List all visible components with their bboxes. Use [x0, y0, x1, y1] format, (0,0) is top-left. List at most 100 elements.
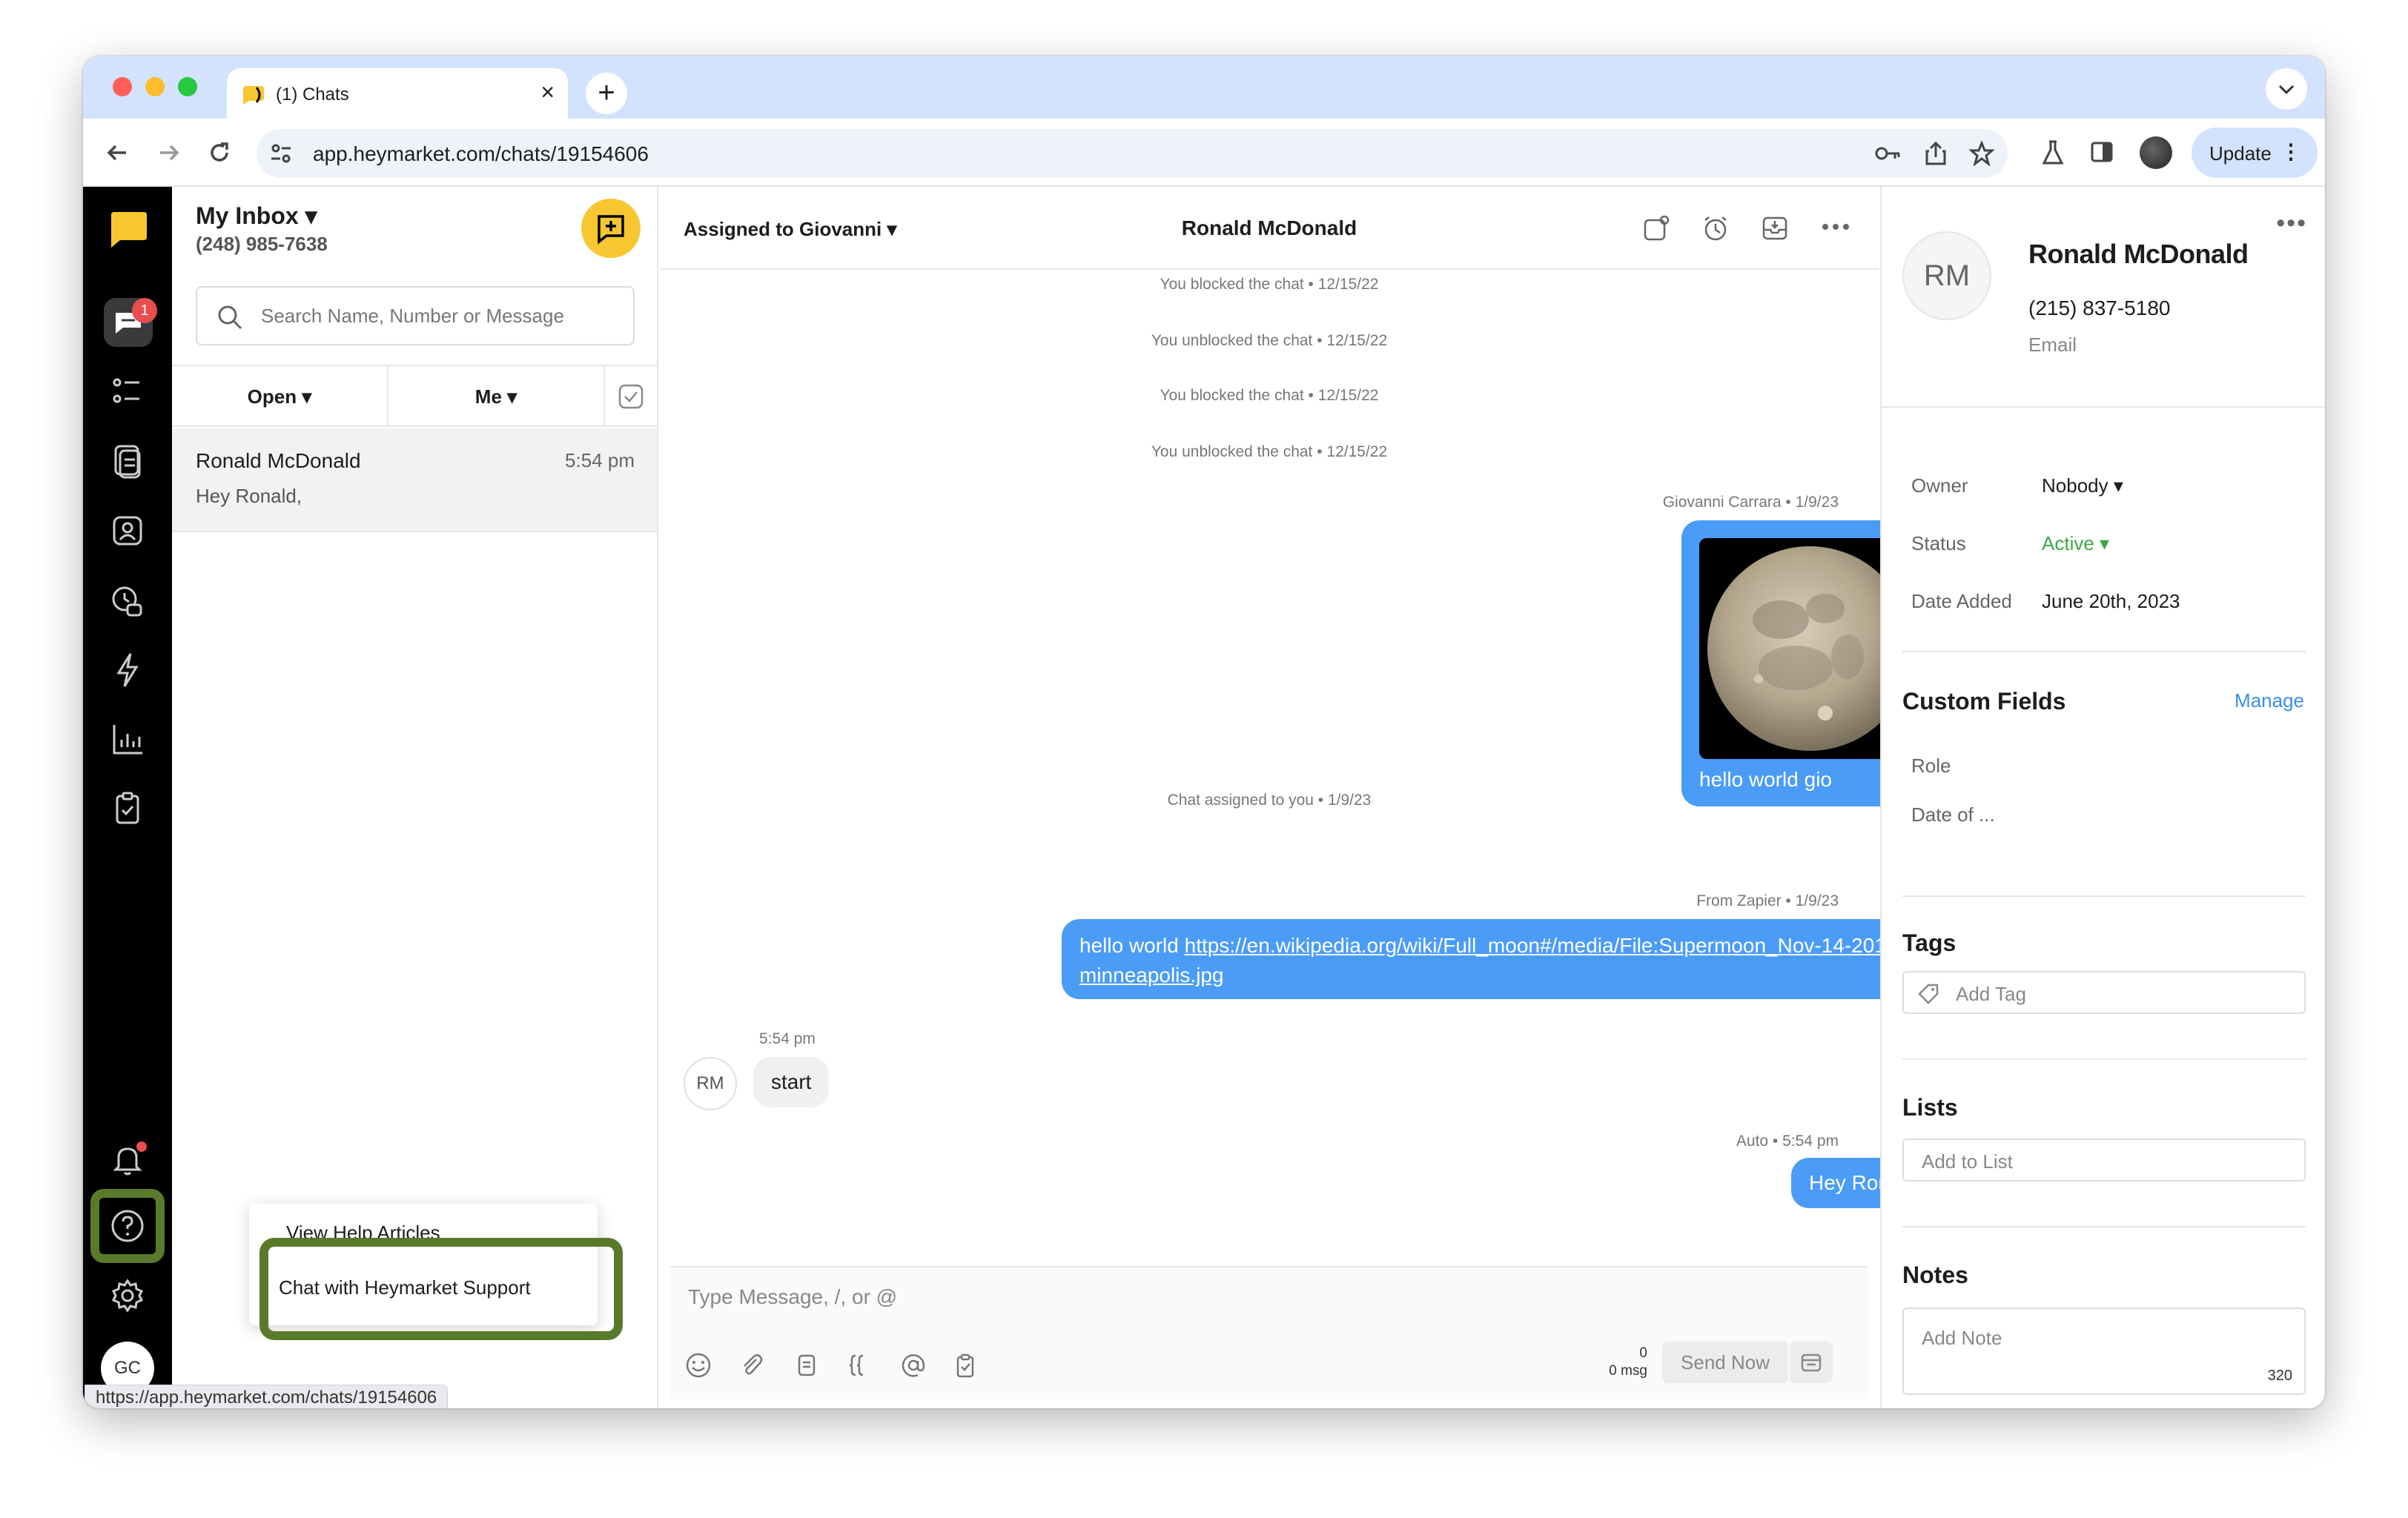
system-message: You unblocked the chat • 12/15/22 — [1151, 443, 1388, 460]
settings-gear-icon[interactable] — [105, 1273, 150, 1318]
help-button-highlight — [90, 1189, 165, 1263]
add-note-placeholder: Add Note — [1922, 1327, 2002, 1349]
address-bar[interactable]: app.heymarket.com/chats/19154606 — [257, 129, 2008, 178]
bookmark-star-icon[interactable] — [1969, 141, 1994, 166]
more-horizontal-icon[interactable] — [1821, 222, 1850, 231]
update-chrome-button[interactable]: Update ⋮ — [2192, 127, 2318, 178]
more-vertical-icon: ⋮ — [2280, 140, 2301, 163]
contact-more-icon[interactable]: ••• — [2276, 209, 2307, 238]
browser-tab-chats[interactable]: (1) Chats × — [227, 68, 568, 119]
reload-icon[interactable] — [206, 139, 233, 166]
system-message: You unblocked the chat • 12/15/22 — [1151, 332, 1388, 349]
lists-icon[interactable] — [105, 369, 150, 414]
scheduled-icon[interactable] — [105, 578, 150, 623]
window-controls — [113, 77, 197, 96]
nav-rail: 1 GC — [83, 187, 172, 1408]
share-icon[interactable] — [1923, 141, 1948, 166]
conversation-header: Assigned to Giovanni ▾ Ronald McDonald — [660, 187, 1879, 270]
tab-strip: (1) Chats × + — [83, 56, 2325, 119]
contact-phone[interactable]: (215) 837-5180 — [2028, 296, 2170, 320]
archive-icon[interactable] — [1760, 213, 1790, 243]
message-link[interactable]: https://en.wikipedia.org/wiki/Full_moon#… — [1079, 934, 1905, 987]
role-field[interactable]: Role — [1911, 755, 1951, 778]
labs-flask-icon[interactable] — [2040, 139, 2065, 166]
chat-contact-name: Ronald McDonald — [196, 449, 361, 472]
new-chat-button[interactable] — [581, 199, 641, 258]
outgoing-message-bubble: hello world https://en.wikipedia.org/wik… — [1062, 919, 1939, 999]
chat-filters: Open ▾ Me ▾ — [172, 365, 658, 427]
mention-at-icon[interactable] — [900, 1352, 927, 1379]
owner-dropdown[interactable]: Nobody ▾ — [2042, 474, 2123, 497]
date-of-field[interactable]: Date of ... — [1911, 803, 1995, 826]
schedule-send-button[interactable] — [1790, 1342, 1833, 1383]
message-meta: Giovanni Carrara • 1/9/23 — [1662, 494, 1839, 511]
chat-list-item[interactable]: Ronald McDonald 5:54 pm Hey Ronald, — [172, 428, 657, 532]
add-to-list-placeholder: Add to List — [1922, 1150, 2013, 1173]
profile-avatar[interactable] — [2140, 136, 2172, 169]
url-text: app.heymarket.com/chats/19154606 — [313, 142, 649, 165]
send-now-button[interactable]: Send Now — [1662, 1342, 1788, 1383]
search-icon — [218, 305, 242, 330]
back-arrow-icon[interactable] — [104, 139, 130, 166]
add-to-list-input[interactable]: Add to List — [1902, 1138, 2306, 1181]
tag-icon — [1918, 984, 1939, 1004]
merge-field-braces-icon[interactable] — [848, 1352, 875, 1379]
new-window-icon[interactable] — [1641, 213, 1671, 243]
notification-dot — [136, 1141, 147, 1152]
status-dropdown[interactable]: Active ▾ — [2042, 532, 2109, 555]
search-box[interactable] — [196, 286, 635, 345]
inbox-selector[interactable]: My Inbox ▾ — [196, 202, 317, 230]
char-count: 0 — [1639, 1345, 1647, 1361]
conversation-panel: Assigned to Giovanni ▾ Ronald McDonald Y… — [660, 187, 1939, 1408]
contact-email-field[interactable]: Email — [2028, 334, 2077, 357]
update-label: Update — [2209, 142, 2272, 165]
heymarket-logo-icon[interactable] — [105, 208, 150, 252]
tab-search-button[interactable] — [2266, 68, 2307, 110]
automation-bolt-icon[interactable] — [105, 648, 150, 692]
task-clipboard-icon[interactable] — [952, 1352, 979, 1379]
status-filter-dropdown[interactable]: Open ▾ — [172, 366, 388, 427]
manage-fields-link[interactable]: Manage — [2235, 689, 2304, 712]
close-window-button[interactable] — [113, 77, 132, 96]
add-tag-input[interactable]: Add Tag — [1902, 971, 2306, 1014]
message-input[interactable] — [688, 1285, 1578, 1322]
reports-chart-icon[interactable] — [105, 717, 150, 762]
message-composer: 0 0 msg Send Now — [670, 1266, 1868, 1399]
attachment-paperclip-icon[interactable] — [738, 1352, 765, 1379]
owner-filter-dropdown[interactable]: Me ▾ — [388, 366, 605, 427]
tab-close-icon[interactable]: × — [540, 80, 555, 104]
heymarket-favicon-icon — [243, 86, 264, 105]
minimize-window-button[interactable] — [145, 77, 165, 96]
browser-window: (1) Chats × + app.heymarket.com/chats/19… — [83, 56, 2325, 1408]
bulk-select-check-icon[interactable] — [617, 382, 645, 411]
notes-title: Notes — [1902, 1262, 1968, 1288]
system-message: You blocked the chat • 12/15/22 — [1160, 387, 1379, 404]
side-panel-icon[interactable] — [2089, 139, 2114, 165]
browser-toolbar: app.heymarket.com/chats/19154606 Update … — [83, 119, 2325, 187]
site-settings-icon[interactable] — [268, 141, 294, 166]
lists-title: Lists — [1902, 1094, 1958, 1121]
inbox-phone-number: (248) 985-7638 — [196, 233, 328, 255]
calendar-icon — [1801, 1353, 1822, 1372]
templates-icon[interactable] — [793, 1352, 820, 1379]
conversation-title: Ronald McDonald — [1181, 216, 1357, 239]
search-input[interactable] — [261, 301, 617, 331]
link-status-bar: https://app.heymarket.com/chats/19154606 — [85, 1385, 449, 1408]
date-added-value: June 20th, 2023 — [2042, 590, 2180, 612]
incoming-message-bubble: start — [753, 1057, 830, 1107]
contact-name: Ronald McDonald — [2028, 239, 2249, 269]
password-key-icon[interactable] — [1874, 141, 1902, 166]
maximize-window-button[interactable] — [178, 77, 197, 96]
add-note-input[interactable]: Add Note 320 — [1902, 1307, 2306, 1395]
tasks-clipboard-icon[interactable] — [105, 787, 150, 832]
message-time: 5:54 pm — [759, 1030, 816, 1047]
templates-icon[interactable] — [105, 439, 150, 483]
status-label: Status — [1911, 532, 1966, 554]
forward-arrow-icon[interactable] — [156, 139, 182, 166]
contact-avatar: RM — [1902, 231, 1991, 320]
date-added-label: Date Added — [1911, 590, 2012, 612]
snooze-alarm-icon[interactable] — [1701, 213, 1730, 243]
emoji-icon[interactable] — [685, 1352, 712, 1379]
new-tab-button[interactable]: + — [586, 73, 627, 114]
contacts-icon[interactable] — [105, 508, 150, 553]
